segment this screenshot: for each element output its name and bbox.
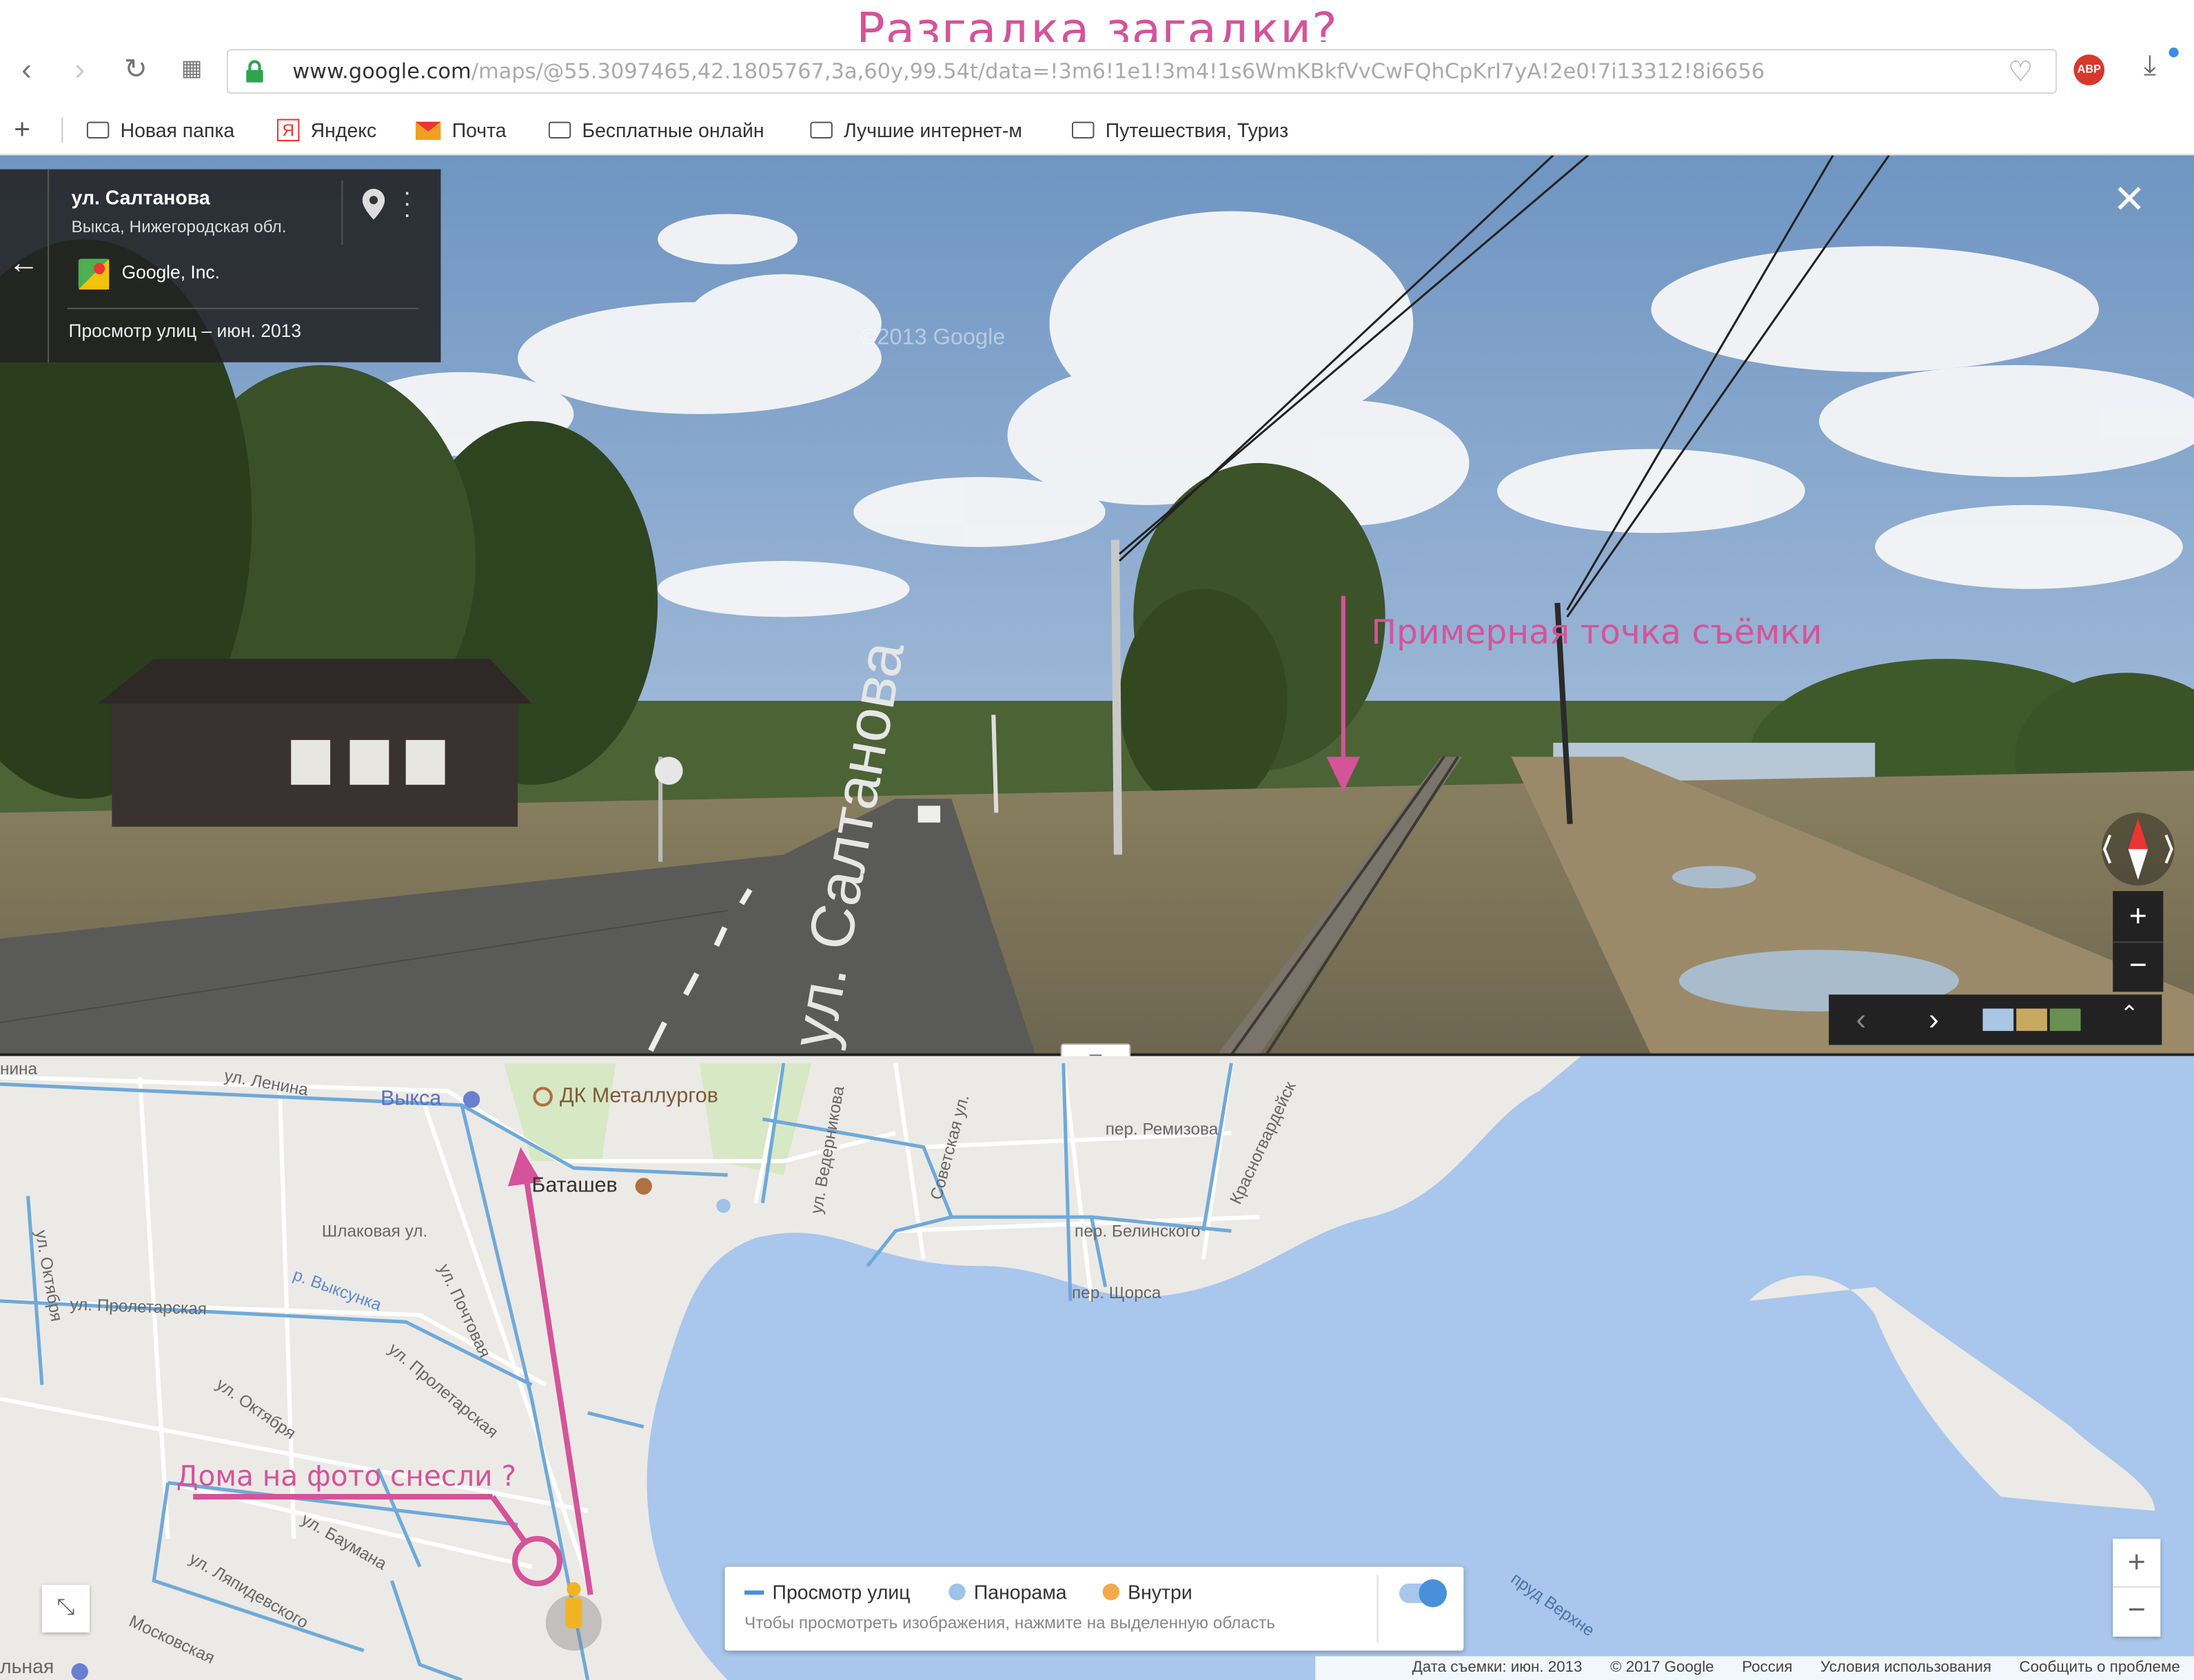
browser-toolbar: ‹ › ↻ ▦ www.google.com/maps/@55.3097465,…: [0, 41, 2194, 101]
mail-icon: [415, 121, 441, 139]
close-icon[interactable]: ✕: [2113, 180, 2146, 220]
divider: [61, 117, 63, 143]
apps-grid-icon[interactable]: ▦: [171, 42, 213, 101]
bookmark-item[interactable]: Почта: [415, 106, 507, 154]
map-label[interactable]: Выкса: [380, 1087, 441, 1111]
legend-item: Панорама: [948, 1581, 1067, 1603]
panorama-dot-icon: [948, 1583, 966, 1601]
heart-bookmark-icon[interactable]: ♡: [2008, 54, 2033, 90]
url-text: www.google.com/maps/@55.3097465,42.18057…: [292, 59, 1765, 84]
next-image-icon[interactable]: ›: [1913, 994, 1955, 1045]
shooting-point-annotation: Примерная точка съёмки: [1371, 613, 1822, 652]
folder-icon: [810, 121, 833, 139]
map-label: льная: [0, 1655, 54, 1677]
bookmark-item[interactable]: Путешествия, Туриз: [1071, 106, 1304, 154]
divider: [1377, 1575, 1379, 1643]
zoom-out-icon[interactable]: −: [2113, 941, 2164, 993]
map-label: Шлаковая ул.: [321, 1221, 428, 1241]
bookmark-item[interactable]: Бесплатные онлайн: [548, 106, 775, 154]
download-icon[interactable]: ⤓: [2144, 50, 2156, 83]
street-name: ул. Салтанова: [71, 185, 210, 209]
folder-icon: [86, 121, 110, 139]
bookmark-item[interactable]: Новая папка: [86, 106, 234, 154]
prev-image-icon[interactable]: ‹: [1840, 994, 1882, 1045]
collapse-map-icon[interactable]: ⤡: [41, 1584, 90, 1633]
thumbnail-sky[interactable]: [1982, 1008, 2014, 1032]
bookmarks-bar: + Новая папка Я Яндекс Почта Бесплатные …: [0, 106, 2194, 156]
map-label: пер. Ремизова: [1105, 1119, 1219, 1139]
map-label[interactable]: ДК Металлургов: [560, 1084, 718, 1108]
map-zoom-in-icon[interactable]: +: [2113, 1539, 2160, 1586]
expand-up-icon[interactable]: ⌃: [2120, 1000, 2138, 1028]
bookmark-item[interactable]: Я Яндекс: [276, 106, 376, 154]
bookmark-item[interactable]: Лучшие интернет-м: [810, 106, 1039, 154]
map-label: пер. Белинского: [1075, 1221, 1201, 1241]
map-label: нина: [0, 1058, 38, 1079]
back-arrow-icon[interactable]: ←: [0, 245, 48, 281]
imagery-strip: ‹ › ⌃: [1829, 994, 2162, 1045]
legend-item: Просмотр улиц: [744, 1581, 911, 1603]
streetview-legend: Просмотр улиц Панорама Внутри Чтобы прос…: [724, 1566, 1464, 1651]
footer-report-link[interactable]: Сообщить о проблеме: [2020, 1657, 2180, 1680]
google-maps-logo-icon: [78, 258, 110, 290]
notification-dot-icon: [2168, 48, 2179, 58]
footer-country[interactable]: Россия: [1742, 1657, 1792, 1680]
compass-icon[interactable]: [2099, 810, 2177, 888]
folder-icon: [1071, 121, 1095, 139]
author-name[interactable]: Google, Inc.: [122, 262, 220, 283]
back-icon[interactable]: ‹: [6, 42, 48, 101]
divider: [48, 169, 50, 362]
toggle-knob: [1419, 1579, 1448, 1608]
map-pin-icon[interactable]: [362, 189, 385, 220]
location-info-card: ← ул. Салтанова Выкса, Нижегородская обл…: [0, 169, 441, 362]
add-bookmark-icon[interactable]: +: [14, 106, 30, 154]
divider: [67, 307, 418, 309]
streetview-line-icon: [744, 1590, 764, 1595]
capture-date: Просмотр улиц – июн. 2013: [68, 320, 302, 342]
folder-icon: [548, 121, 571, 139]
legend-item: Внутри: [1102, 1581, 1192, 1603]
street-view-zoom: + −: [2113, 891, 2164, 993]
map-zoom-out-icon[interactable]: −: [2113, 1586, 2161, 1635]
footer-terms-link[interactable]: Условия использования: [1820, 1657, 1991, 1680]
map-footer: Дата съемки: июн. 2013 © 2017 Google Рос…: [1315, 1656, 2194, 1680]
legend-hint: Чтобы просмотреть изображения, нажмите н…: [744, 1612, 1275, 1633]
footer-date: Дата съемки: июн. 2013: [1412, 1659, 1583, 1676]
streetview-toggle[interactable]: [1399, 1579, 1448, 1608]
inside-dot-icon: [1102, 1583, 1119, 1601]
divider: [341, 180, 343, 245]
adblock-icon[interactable]: ABP: [2073, 54, 2105, 85]
map-label[interactable]: Баташев: [531, 1174, 617, 1198]
thumbnail-trees[interactable]: [2049, 1008, 2081, 1032]
forward-icon[interactable]: ›: [59, 42, 101, 101]
google-watermark: ©2013 Google: [860, 325, 1006, 350]
footer-copyright: © 2017 Google: [1610, 1659, 1714, 1676]
thumbnail-field[interactable]: [2016, 1008, 2047, 1032]
more-options-icon[interactable]: · · ·: [403, 179, 412, 227]
lock-icon: [246, 60, 263, 83]
map-zoom-control: + −: [2113, 1539, 2161, 1637]
reload-icon[interactable]: ↻: [114, 42, 156, 101]
region-name: Выкса, Нижегородская обл.: [71, 216, 287, 237]
address-bar[interactable]: www.google.com/maps/@55.3097465,42.18057…: [226, 49, 2058, 94]
map-label: пер. Щорса: [1071, 1282, 1161, 1302]
annotation-arrow-down: [1326, 595, 1361, 792]
demolished-houses-annotation: Дома на фото снесли ?: [176, 1459, 517, 1493]
zoom-in-icon[interactable]: +: [2113, 891, 2163, 941]
yandex-icon: Я: [276, 119, 300, 142]
